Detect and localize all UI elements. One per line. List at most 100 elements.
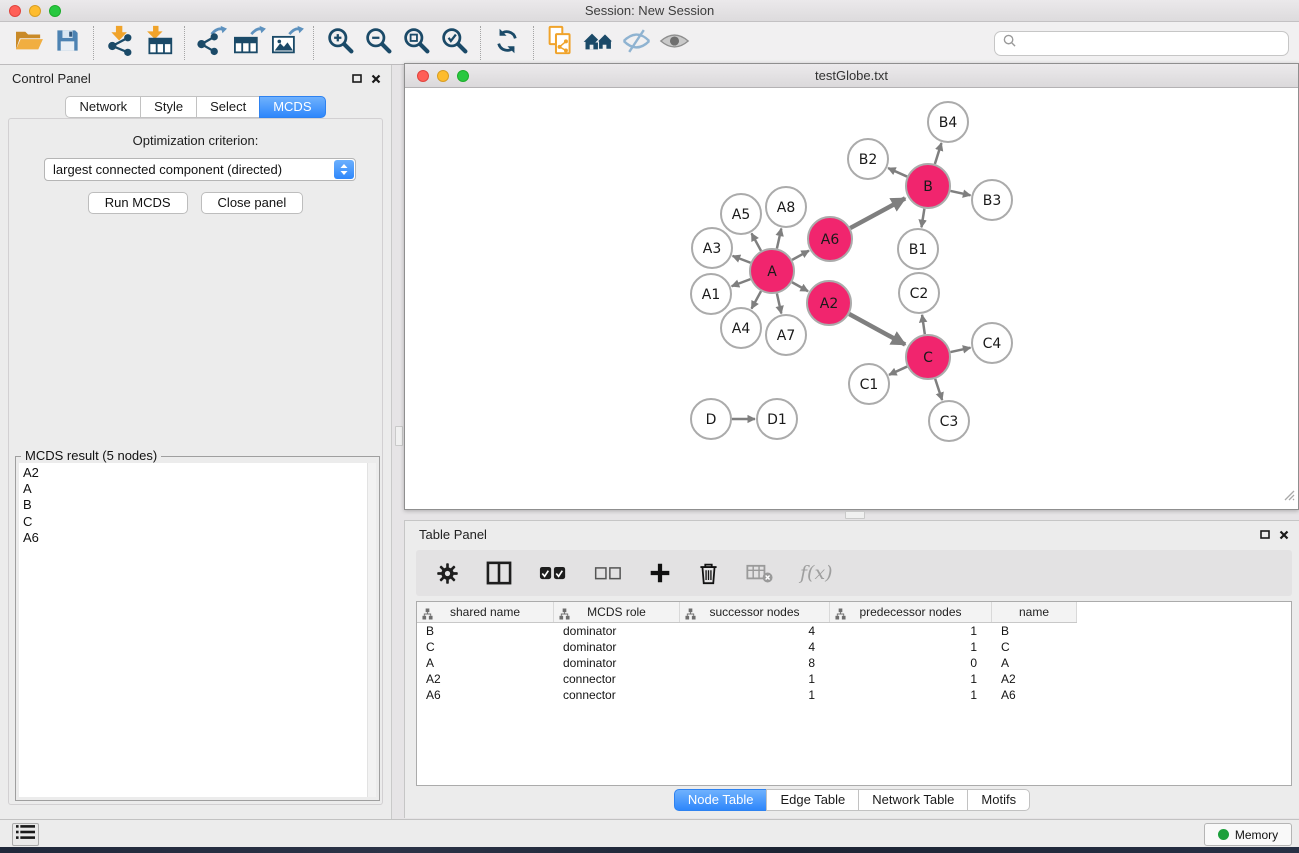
graph-node-B1[interactable]: B1 — [898, 229, 938, 269]
column-header-predecessor-nodes[interactable]: predecessor nodes — [830, 602, 992, 622]
horizontal-splitter-grip[interactable] — [845, 511, 865, 519]
network-canvas[interactable]: B4 B2 B B3 A5A8A6 B1 A3 A C2 A1 A2 A4A7 C4 C C1 C3 D D1 — [406, 89, 1297, 508]
column-header-name[interactable]: name — [992, 602, 1077, 622]
graph-node-A5[interactable]: A5 — [721, 194, 761, 234]
graph-node-C1[interactable]: C1 — [849, 364, 889, 404]
zoom-fit-button[interactable] — [397, 25, 435, 61]
tab-edge-table[interactable]: Edge Table — [766, 789, 859, 811]
float-panel-icon[interactable] — [352, 71, 362, 89]
tab-mcds[interactable]: MCDS — [259, 96, 325, 118]
graph-edge-A-A8[interactable] — [777, 228, 781, 248]
clear-table-button[interactable] — [746, 562, 773, 584]
graph-node-B[interactable]: B — [906, 164, 950, 208]
close-panel-icon[interactable] — [371, 71, 381, 89]
float-panel-icon[interactable] — [1260, 527, 1270, 545]
graph-edge-A-A7[interactable] — [777, 293, 781, 313]
open-file-button[interactable] — [10, 25, 48, 61]
graph-edge-B-B4[interactable] — [935, 143, 942, 164]
table-row[interactable]: A2connector11A2 — [417, 671, 1291, 687]
run-mcds-button[interactable]: Run MCDS — [88, 192, 188, 214]
graph-node-A4[interactable]: A4 — [721, 308, 761, 348]
tab-motifs[interactable]: Motifs — [967, 789, 1030, 811]
result-item[interactable]: C — [19, 514, 376, 530]
graph-node-A8[interactable]: A8 — [766, 187, 806, 227]
graph-edge-A-A1[interactable] — [732, 279, 751, 286]
graph-node-B3[interactable]: B3 — [972, 180, 1012, 220]
result-list-scrollbar[interactable] — [367, 463, 376, 797]
tab-network[interactable]: Network — [65, 96, 141, 118]
table-row[interactable]: A6connector11A6 — [417, 687, 1291, 703]
graph-node-D[interactable]: D — [691, 399, 731, 439]
graph-node-A2[interactable]: A2 — [807, 281, 851, 325]
graph-edge-A-A3[interactable] — [733, 256, 751, 263]
zoom-in-button[interactable] — [321, 25, 359, 61]
close-panel-icon[interactable] — [1279, 527, 1289, 545]
graph-edge-C-C3[interactable] — [935, 379, 942, 400]
column-header-MCDS-role[interactable]: MCDS role — [554, 602, 680, 622]
graph-node-D1[interactable]: D1 — [757, 399, 797, 439]
import-network-button[interactable] — [101, 25, 139, 61]
graph-edge-C-C2[interactable] — [922, 315, 925, 334]
vertical-splitter-grip[interactable] — [395, 426, 403, 446]
graph-edge-B-B3[interactable] — [950, 191, 970, 195]
search-field[interactable] — [994, 31, 1289, 56]
graph-node-C[interactable]: C — [906, 335, 950, 379]
zoom-selected-button[interactable] — [435, 25, 473, 61]
graph-edge-A-A5[interactable] — [752, 233, 762, 250]
column-header-successor-nodes[interactable]: successor nodes — [680, 602, 830, 622]
graph-edge-A-A4[interactable] — [752, 291, 762, 308]
tab-select[interactable]: Select — [196, 96, 260, 118]
result-item[interactable]: B — [19, 497, 376, 513]
close-panel-button[interactable]: Close panel — [201, 192, 304, 214]
graph-node-C2[interactable]: C2 — [899, 273, 939, 313]
graph-node-B2[interactable]: B2 — [848, 139, 888, 179]
tab-network-table[interactable]: Network Table — [858, 789, 968, 811]
zoom-out-button[interactable] — [359, 25, 397, 61]
export-image-button[interactable] — [268, 25, 306, 61]
reset-home-view-button[interactable] — [579, 25, 617, 61]
hide-graphics-details-button[interactable] — [617, 25, 655, 61]
import-table-button[interactable] — [139, 25, 177, 61]
show-graphics-details-button[interactable] — [655, 25, 693, 61]
table-settings-button[interactable] — [436, 562, 459, 585]
tab-node-table[interactable]: Node Table — [674, 789, 768, 811]
show-column-panel-button[interactable] — [486, 561, 512, 585]
graph-edge-A-A2[interactable] — [792, 282, 808, 291]
select-all-columns-button[interactable] — [539, 566, 567, 581]
graph-node-C4[interactable]: C4 — [972, 323, 1012, 363]
graph-node-C3[interactable]: C3 — [929, 401, 969, 441]
export-table-button[interactable] — [230, 25, 268, 61]
search-input[interactable] — [1021, 36, 1288, 50]
clone-network-button[interactable] — [541, 25, 579, 61]
graph-edge-A-A6[interactable] — [792, 251, 809, 260]
graph-node-A[interactable]: A — [750, 249, 794, 293]
graph-node-B4[interactable]: B4 — [928, 102, 968, 142]
graph-node-A1[interactable]: A1 — [691, 274, 731, 314]
graph-edge-B-B1[interactable] — [921, 209, 924, 228]
table-row[interactable]: Cdominator41C — [417, 639, 1291, 655]
task-history-button[interactable] — [12, 823, 39, 846]
function-builder-button[interactable]: f(x) — [800, 562, 833, 584]
window-resize-grip[interactable] — [1282, 488, 1295, 506]
graph-node-A6[interactable]: A6 — [808, 217, 852, 261]
graph-edge-C-C4[interactable] — [950, 348, 970, 352]
result-item[interactable]: A — [19, 481, 376, 497]
graph-edge-A6-B[interactable] — [850, 198, 905, 228]
graph-edge-B-B2[interactable] — [888, 168, 907, 177]
graph-node-A3[interactable]: A3 — [692, 228, 732, 268]
refresh-view-button[interactable] — [488, 25, 526, 61]
result-item[interactable]: A6 — [19, 530, 376, 546]
table-row[interactable]: Adominator80A — [417, 655, 1291, 671]
table-row[interactable]: Bdominator41B — [417, 623, 1291, 639]
add-column-button[interactable] — [649, 562, 671, 584]
memory-button[interactable]: Memory — [1204, 823, 1292, 846]
deselect-all-columns-button[interactable] — [594, 566, 622, 581]
delete-column-button[interactable] — [698, 562, 719, 585]
graph-node-A7[interactable]: A7 — [766, 315, 806, 355]
graph-edge-A2-C[interactable] — [849, 314, 905, 345]
criterion-dropdown[interactable]: largest connected component (directed) — [44, 158, 356, 181]
tab-style[interactable]: Style — [140, 96, 197, 118]
result-item[interactable]: A2 — [19, 465, 376, 481]
save-session-button[interactable] — [48, 25, 86, 61]
graph-edge-C-C1[interactable] — [889, 367, 907, 375]
